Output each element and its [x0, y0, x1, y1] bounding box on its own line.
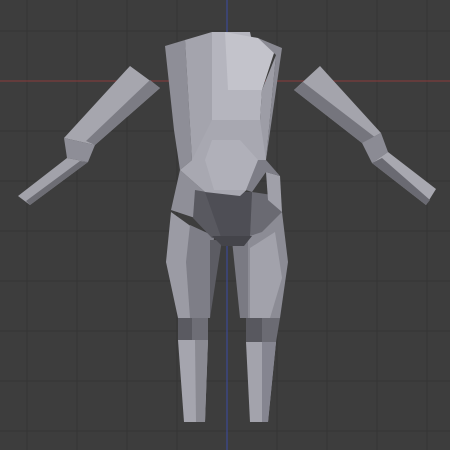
left-thigh-front: [186, 225, 214, 318]
left-knee-dark: [178, 318, 192, 340]
right-knee-dark: [246, 318, 262, 342]
viewport-canvas[interactable]: [0, 0, 450, 450]
3d-viewport[interactable]: [0, 0, 450, 450]
torso[interactable]: [165, 32, 282, 196]
